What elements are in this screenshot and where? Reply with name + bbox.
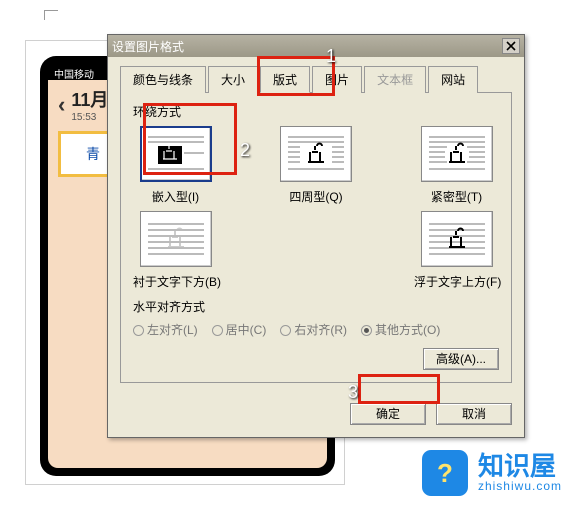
wrap-behind-label: 衬于文字下方(B) bbox=[133, 273, 218, 290]
ruler-mark bbox=[44, 10, 58, 20]
close-button[interactable] bbox=[502, 38, 520, 54]
wrap-front-icon bbox=[421, 211, 493, 267]
wrap-tight-label: 紧密型(T) bbox=[414, 188, 499, 205]
watermark: ? 知识屋 zhishiwu.com bbox=[422, 450, 562, 496]
close-icon bbox=[506, 41, 516, 51]
month-label: 11月 bbox=[71, 86, 108, 112]
wrap-behind[interactable]: 衬于文字下方(B) bbox=[133, 211, 218, 290]
watermark-url: zhishiwu.com bbox=[478, 479, 562, 493]
layout-panel: 环绕方式 嵌入型(I) 四周型(Q) bbox=[120, 93, 512, 383]
align-center: 居中(C) bbox=[212, 321, 267, 338]
align-other: 其他方式(O) bbox=[361, 321, 440, 338]
annotation-3: 3 bbox=[348, 382, 358, 403]
watermark-badge-icon: ? bbox=[422, 450, 468, 496]
wrap-square-label: 四周型(Q) bbox=[274, 188, 359, 205]
align-right: 右对齐(R) bbox=[280, 321, 347, 338]
tab-layout[interactable]: 版式 bbox=[260, 66, 310, 93]
ok-button[interactable]: 确定 bbox=[350, 403, 426, 425]
annotation-2: 2 bbox=[240, 140, 250, 161]
align-group-label: 水平对齐方式 bbox=[133, 298, 499, 315]
align-options: 左对齐(L) 居中(C) 右对齐(R) 其他方式(O) bbox=[133, 321, 499, 338]
cancel-button[interactable]: 取消 bbox=[436, 403, 512, 425]
tab-picture[interactable]: 图片 bbox=[312, 66, 362, 93]
align-left: 左对齐(L) bbox=[133, 321, 198, 338]
tab-textbox: 文本框 bbox=[364, 66, 426, 93]
chevron-left-icon[interactable]: ‹ bbox=[58, 92, 65, 118]
annotation-1: 1 bbox=[326, 46, 336, 67]
wrap-square[interactable]: 四周型(Q) bbox=[274, 126, 359, 205]
dialog-title: 设置图片格式 bbox=[112, 38, 502, 55]
wrap-behind-icon bbox=[140, 211, 212, 267]
format-picture-dialog: 设置图片格式 颜色与线条 大小 版式 图片 文本框 网站 环绕方式 嵌入型(I) bbox=[107, 34, 525, 438]
wrap-inline[interactable]: 嵌入型(I) bbox=[133, 126, 218, 205]
wrap-group-label: 环绕方式 bbox=[133, 103, 499, 120]
wrap-tight-icon bbox=[421, 126, 493, 182]
wrap-front[interactable]: 浮于文字上方(F) bbox=[414, 211, 499, 290]
wrap-square-icon bbox=[280, 126, 352, 182]
time-label: 15:53 bbox=[71, 112, 108, 123]
tab-web[interactable]: 网站 bbox=[428, 66, 478, 93]
tab-size[interactable]: 大小 bbox=[208, 66, 258, 93]
watermark-brand: 知识屋 bbox=[478, 453, 562, 479]
tabs: 颜色与线条 大小 版式 图片 文本框 网站 bbox=[120, 65, 512, 93]
wrap-inline-icon bbox=[140, 126, 212, 182]
wrap-front-label: 浮于文字上方(F) bbox=[414, 273, 499, 290]
tab-colors[interactable]: 颜色与线条 bbox=[120, 66, 206, 93]
wrap-tight[interactable]: 紧密型(T) bbox=[414, 126, 499, 205]
dialog-titlebar[interactable]: 设置图片格式 bbox=[108, 35, 524, 57]
advanced-button[interactable]: 高级(A)... bbox=[423, 348, 499, 370]
wrap-inline-label: 嵌入型(I) bbox=[133, 188, 218, 205]
